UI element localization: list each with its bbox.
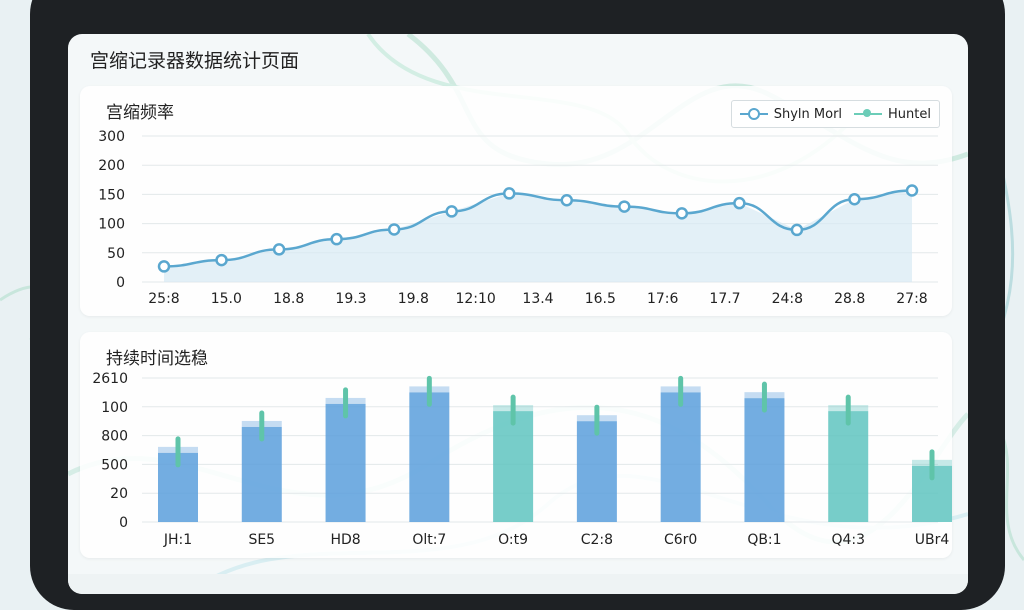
next-card-peek xyxy=(68,574,968,594)
bar xyxy=(493,411,534,522)
duration-chart-card: 持续时间选稳 0 20 500 800 100 2610 JH:1 SE5 HD8 Olt:7 O:… xyxy=(80,332,952,558)
y-tick-label: 800 xyxy=(101,429,128,445)
series-area xyxy=(164,190,912,282)
x-tick-label: 17:6 xyxy=(647,291,679,307)
data-point xyxy=(330,232,343,246)
y-tick-label: 100 xyxy=(101,400,128,416)
y-tick-label: 2610 xyxy=(92,371,128,387)
data-point xyxy=(560,193,574,207)
x-tick-label: 25:8 xyxy=(148,291,179,307)
x-tick-label: JH:1 xyxy=(163,532,192,548)
tablet-screen: 宫缩记录器数据统计页面 宫缩频率 Shyln Morl Huntel 0 50 10… xyxy=(68,34,968,594)
bar xyxy=(828,411,869,522)
x-tick-label: 17.7 xyxy=(709,291,740,307)
x-tick-label: C6r0 xyxy=(664,532,697,548)
x-tick-label: 18.8 xyxy=(273,291,304,307)
duration-bar-chart: 0 20 500 800 100 2610 JH:1 SE5 HD8 Olt:7 O:t9 C2:8 C… xyxy=(92,371,952,548)
bar xyxy=(660,392,701,522)
data-point xyxy=(905,184,919,197)
data-point xyxy=(157,260,171,273)
frequency-line-chart: 0 50 100 150 200 300 25:8 15.0 18.8 19.3 19.8 12:10… xyxy=(98,129,938,307)
x-tick-label: 15.0 xyxy=(211,291,242,307)
data-point xyxy=(445,205,458,218)
data-point xyxy=(502,187,516,200)
y-tick-label: 500 xyxy=(101,457,128,473)
x-tick-label: 28.8 xyxy=(834,291,865,307)
x-tick-label: 12:10 xyxy=(455,291,495,307)
y-tick-label: 0 xyxy=(119,515,128,531)
page-title: 宫缩记录器数据统计页面 xyxy=(90,50,300,72)
frequency-chart-card: 宫缩频率 Shyln Morl Huntel 0 50 100 150 200 300 25… xyxy=(80,86,952,316)
data-point xyxy=(733,196,746,210)
data-point xyxy=(675,207,689,220)
y-tick-label: 50 xyxy=(107,246,125,262)
x-tick-label: 27:8 xyxy=(896,291,927,307)
x-tick-label: Q4:3 xyxy=(831,532,865,548)
x-tick-label: HD8 xyxy=(330,532,360,548)
bar xyxy=(744,398,785,522)
x-tick-label: Olt:7 xyxy=(412,532,446,548)
bar xyxy=(576,421,617,522)
data-point xyxy=(618,200,631,213)
data-point xyxy=(387,223,401,236)
x-tick-label: UBr4 xyxy=(915,532,950,548)
y-tick-label: 200 xyxy=(98,158,125,174)
bar xyxy=(409,392,450,522)
y-tick-label: 20 xyxy=(110,486,128,502)
x-tick-label: O:t9 xyxy=(498,532,528,548)
x-tick-label: 19.8 xyxy=(398,291,429,307)
data-point xyxy=(790,223,804,237)
y-tick-label: 300 xyxy=(98,129,125,145)
data-point xyxy=(272,243,286,256)
x-tick-label: 16.5 xyxy=(585,291,616,307)
x-tick-label: QB:1 xyxy=(747,532,781,548)
x-tick-label: C2:8 xyxy=(581,532,613,548)
data-point xyxy=(848,193,861,206)
x-tick-label: 13.4 xyxy=(522,291,553,307)
y-tick-label: 150 xyxy=(98,187,125,203)
x-tick-label: 19.3 xyxy=(335,291,366,307)
x-tick-label: 24:8 xyxy=(772,291,803,307)
data-point xyxy=(215,253,228,267)
y-tick-label: 100 xyxy=(98,217,125,233)
bar xyxy=(325,403,366,522)
y-tick-label: 0 xyxy=(116,275,125,291)
x-tick-label: SE5 xyxy=(248,532,275,548)
